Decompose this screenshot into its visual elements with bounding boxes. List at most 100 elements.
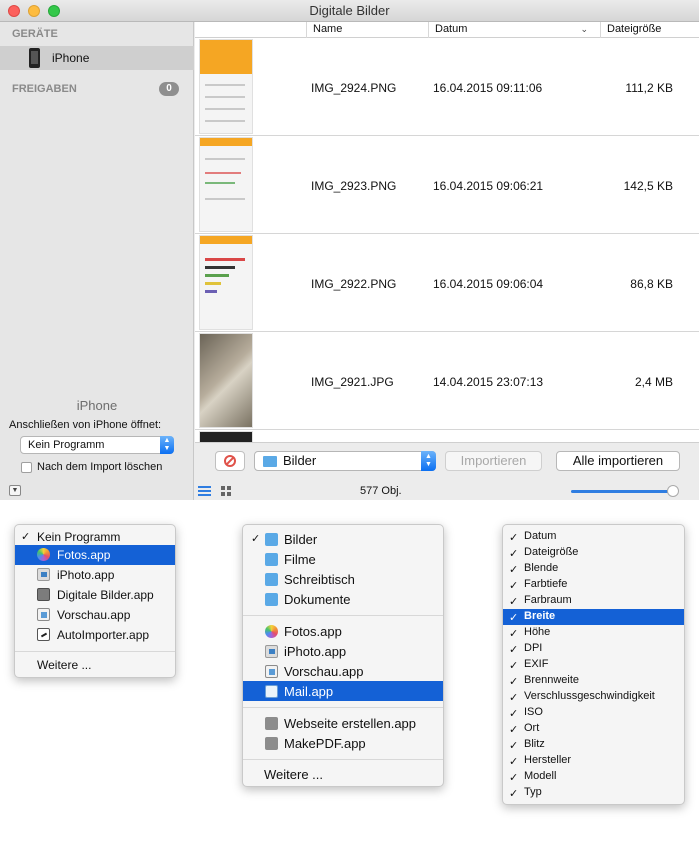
menu-item-column-hersteller[interactable]: ✓ Hersteller [503, 753, 684, 769]
column-header-name[interactable]: Name [306, 22, 428, 38]
menu-item-column-modell[interactable]: ✓ Modell [503, 769, 684, 785]
iphone-icon [29, 48, 40, 68]
menu-item-label: Blitz [524, 738, 545, 750]
connect-app-value: Kein Programm [28, 439, 105, 451]
menu-item-no-app[interactable]: ✓ Kein Programm [15, 529, 175, 545]
import-all-button[interactable]: Alle importieren [556, 451, 680, 471]
table-row[interactable]: IMG_2924.PNG 16.04.2015 09:11:06 111,2 K… [195, 38, 699, 136]
device-title: iPhone [76, 398, 118, 413]
import-destination-value: Bilder [283, 453, 317, 468]
file-size: 111,2 KB [625, 81, 673, 95]
menu-item-column-iso[interactable]: ✓ ISO [503, 705, 684, 721]
folder-icon [265, 593, 278, 606]
menu-item-column-dateigroesse[interactable]: ✓ Dateigröße [503, 545, 684, 561]
grid-view-icon[interactable] [221, 486, 231, 496]
menu-item-column-dpi[interactable]: ✓ DPI [503, 641, 684, 657]
table-row[interactable]: IMG_2922.PNG 16.04.2015 09:06:04 86,8 KB [195, 234, 699, 332]
menu-item-bilder[interactable]: ✓ Bilder [243, 529, 443, 549]
menu-item-schreibtisch[interactable]: Schreibtisch [243, 569, 443, 589]
menu-separator [15, 651, 175, 652]
image-capture-icon [37, 588, 50, 601]
menu-item-column-ort[interactable]: ✓ Ort [503, 721, 684, 737]
menu-item-label: Farbtiefe [524, 578, 568, 590]
toggle-sidebar-icon[interactable]: ▼ [9, 485, 21, 496]
menu-item-column-hoehe[interactable]: ✓ Höhe [503, 625, 684, 641]
import-button[interactable]: Importieren [445, 451, 542, 471]
shares-heading: FREIGABEN [12, 83, 77, 95]
menu-item-preview[interactable]: Vorschau.app [243, 661, 443, 681]
menu-item-mail[interactable]: Mail.app [243, 681, 443, 701]
thumbnail-size-slider[interactable] [571, 490, 675, 493]
menu-item-label: Modell [524, 770, 557, 782]
table-row[interactable]: IMG_2921.JPG 14.04.2015 23:07:13 2,4 MB [195, 332, 699, 430]
checkmark-icon: ✓ [251, 533, 261, 545]
thumbnail-size-slider-knob[interactable] [667, 485, 679, 497]
folder-icon [263, 456, 277, 467]
menu-item-label: EXIF [524, 658, 549, 670]
import-destination-popup[interactable]: Bilder ▲ ▼ [254, 451, 436, 471]
columns-menu: ✓ Datum ✓ Dateigröße ✓ Blende ✓ Farbtiefe ✓ F… [502, 524, 685, 805]
menu-item-label: Höhe [524, 626, 551, 638]
menu-item-column-typ[interactable]: ✓ Typ [503, 785, 684, 801]
menu-item-column-farbtiefe[interactable]: ✓ Farbtiefe [503, 577, 684, 593]
menu-item-dokumente[interactable]: Dokumente [243, 589, 443, 609]
close-window-button[interactable] [8, 5, 20, 17]
automator-icon [265, 737, 278, 750]
image-thumbnail [199, 235, 253, 330]
checkmark-icon: ✓ [509, 644, 519, 656]
iphoto-icon [265, 645, 278, 658]
item-count: 577 Obj. [360, 485, 402, 497]
table-row[interactable]: IMG_2923.PNG 16.04.2015 09:06:21 142,5 K… [195, 136, 699, 234]
minimize-window-button[interactable] [28, 5, 40, 17]
shares-count-badge: 0 [159, 82, 179, 96]
checkmark-icon: ✓ [509, 692, 519, 704]
checkmark-icon: ✓ [509, 676, 519, 688]
menu-item-image-capture[interactable]: Digitale Bilder.app [15, 585, 175, 605]
devices-heading: GERÄTE [12, 28, 58, 40]
menu-item-webseite-erstellen[interactable]: Webseite erstellen.app [243, 713, 443, 733]
list-view-icon[interactable] [198, 486, 211, 496]
column-header-size[interactable]: Dateigröße [600, 22, 699, 38]
menu-item-label: Verschlussgeschwindigkeit [524, 690, 655, 702]
menu-item-fotos[interactable]: Fotos.app [15, 545, 175, 565]
menu-item-column-blitz[interactable]: ✓ Blitz [503, 737, 684, 753]
menu-item-more[interactable]: Weitere ... [15, 657, 175, 675]
delete-after-import-checkbox[interactable] [21, 462, 32, 473]
checkmark-icon: ✓ [509, 548, 519, 560]
menu-item-makepdf[interactable]: MakePDF.app [243, 733, 443, 753]
folder-icon [265, 553, 278, 566]
column-header-date[interactable]: Datum ⌄ [428, 22, 592, 38]
menu-item-column-exif[interactable]: ✓ EXIF [503, 657, 684, 673]
menu-item-iphoto[interactable]: iPhoto.app [15, 565, 175, 585]
menu-item-column-datum[interactable]: ✓ Datum [503, 529, 684, 545]
menu-item-column-blende[interactable]: ✓ Blende [503, 561, 684, 577]
sort-descending-icon: ⌄ [580, 24, 588, 34]
menu-item-iphoto[interactable]: iPhoto.app [243, 641, 443, 661]
photos-icon [37, 548, 50, 561]
menu-item-column-farbraum[interactable]: ✓ Farbraum [503, 593, 684, 609]
menu-item-filme[interactable]: Filme [243, 549, 443, 569]
zoom-window-button[interactable] [48, 5, 60, 17]
image-thumbnail [199, 39, 253, 134]
menu-item-more[interactable]: Weitere ... [243, 765, 443, 785]
file-name: IMG_2922.PNG [311, 277, 397, 291]
menu-item-column-breite[interactable]: ✓ Breite [503, 609, 684, 625]
checkmark-icon: ✓ [509, 532, 519, 544]
menu-item-fotos[interactable]: Fotos.app [243, 621, 443, 641]
sidebar-item-iphone[interactable]: iPhone [0, 46, 194, 70]
file-date: 16.04.2015 09:06:04 [433, 277, 544, 291]
checkmark-icon: ✓ [509, 740, 519, 752]
menu-item-autoimporter[interactable]: AutoImporter.app [15, 625, 175, 645]
table-row[interactable] [195, 430, 699, 442]
cancel-import-button[interactable] [215, 451, 245, 471]
menu-item-preview[interactable]: Vorschau.app [15, 605, 175, 625]
preview-icon [265, 665, 278, 678]
menu-item-column-brennweite[interactable]: ✓ Brennweite [503, 673, 684, 689]
image-capture-window: Digitale Bilder GERÄTE iPhone FREIGABEN … [0, 0, 699, 500]
connect-app-popup[interactable]: Kein Programm ▲ ▼ [20, 436, 174, 454]
popup-arrows-icon: ▲ ▼ [160, 436, 174, 454]
image-thumbnail [199, 137, 253, 232]
popup-arrows-icon: ▲ ▼ [421, 451, 436, 471]
menu-item-column-verschlussgeschwindigkeit[interactable]: ✓ Verschlussgeschwindigkeit [503, 689, 684, 705]
file-size: 86,8 KB [630, 277, 673, 291]
